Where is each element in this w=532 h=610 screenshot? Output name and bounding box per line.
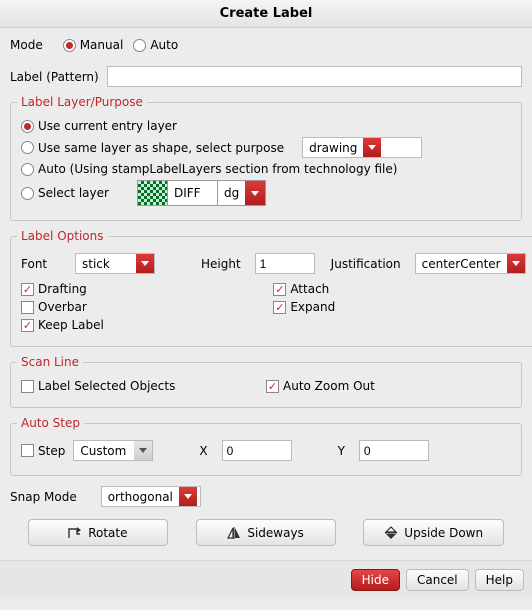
radio-icon xyxy=(133,39,146,52)
check-attach[interactable]: Attach xyxy=(273,282,525,296)
layer-name: DIFF xyxy=(168,181,218,205)
height-label: Height xyxy=(201,257,241,271)
step-select[interactable]: Custom xyxy=(73,440,153,461)
justification-select-value: centerCenter xyxy=(416,254,507,273)
snap-mode-select[interactable]: orthogonal xyxy=(101,486,201,507)
checkbox-icon xyxy=(21,380,34,393)
rotate-icon xyxy=(68,526,82,540)
upside-down-icon xyxy=(384,526,398,540)
group-label-layer-purpose: Label Layer/Purpose Use current entry la… xyxy=(10,95,522,221)
radio-use-current-layer[interactable]: Use current entry layer xyxy=(21,119,177,133)
chevron-down-icon xyxy=(136,254,154,273)
radio-icon xyxy=(63,39,76,52)
snap-mode-label: Snap Mode xyxy=(10,490,77,504)
rotate-button[interactable]: Rotate xyxy=(28,519,168,546)
group-legend: Scan Line xyxy=(17,355,83,369)
justification-label: Justification xyxy=(331,257,401,271)
upside-down-button-label: Upside Down xyxy=(404,526,483,540)
y-input[interactable] xyxy=(359,440,429,461)
chevron-down-icon xyxy=(363,138,381,157)
check-step[interactable]: Step xyxy=(21,444,65,458)
radio-auto-tech[interactable]: Auto (Using stampLabelLayers section fro… xyxy=(21,162,397,176)
check-keep-label-label: Keep Label xyxy=(38,318,104,332)
y-label: Y xyxy=(338,444,345,458)
height-input[interactable] xyxy=(255,253,315,274)
mode-radio-auto-label: Auto xyxy=(150,38,178,52)
radio-same-layer-shape-label: Use same layer as shape, select purpose xyxy=(38,141,284,155)
hide-button[interactable]: Hide xyxy=(351,569,400,591)
radio-select-layer-label: Select layer xyxy=(38,186,109,200)
upside-down-button[interactable]: Upside Down xyxy=(363,519,504,546)
check-step-label: Step xyxy=(38,444,65,458)
radio-icon xyxy=(21,120,34,133)
checkbox-icon xyxy=(21,301,34,314)
x-input[interactable] xyxy=(222,440,292,461)
chevron-down-icon xyxy=(507,254,525,273)
group-legend: Label Options xyxy=(17,229,108,243)
checkbox-icon xyxy=(273,283,286,296)
group-label-options: Label Options Font stick Height Justific… xyxy=(10,229,532,347)
x-label: X xyxy=(199,444,207,458)
check-expand-label: Expand xyxy=(290,300,335,314)
chevron-down-icon xyxy=(245,181,265,205)
layer-purpose: dg xyxy=(218,181,245,205)
chevron-down-icon xyxy=(134,441,152,460)
check-label-selected-objects-label: Label Selected Objects xyxy=(38,379,175,393)
chevron-down-icon xyxy=(179,487,197,506)
sideways-icon xyxy=(227,526,241,540)
radio-icon xyxy=(21,163,34,176)
check-expand[interactable]: Expand xyxy=(273,300,525,314)
cancel-button[interactable]: Cancel xyxy=(406,569,469,591)
sideways-button-label: Sideways xyxy=(247,526,303,540)
label-pattern-input[interactable] xyxy=(107,66,522,87)
radio-use-current-layer-label: Use current entry layer xyxy=(38,119,177,133)
radio-select-layer[interactable]: Select layer xyxy=(21,186,109,200)
snap-mode-select-value: orthogonal xyxy=(102,487,179,506)
radio-auto-tech-label: Auto (Using stampLabelLayers section fro… xyxy=(38,162,397,176)
radio-icon xyxy=(21,141,34,154)
group-scan-line: Scan Line Label Selected Objects Auto Zo… xyxy=(10,355,522,408)
group-legend: Auto Step xyxy=(17,416,84,430)
help-button[interactable]: Help xyxy=(475,569,524,591)
layer-select[interactable]: DIFF dg xyxy=(137,180,266,206)
check-drafting[interactable]: Drafting xyxy=(21,282,273,296)
check-auto-zoom-out[interactable]: Auto Zoom Out xyxy=(266,379,511,393)
mode-label: Mode xyxy=(10,38,43,52)
window-title: Create Label xyxy=(0,0,532,28)
checkbox-icon xyxy=(273,301,286,314)
layer-swatch-icon xyxy=(138,181,168,205)
check-overbar[interactable]: Overbar xyxy=(21,300,273,314)
sideways-button[interactable]: Sideways xyxy=(196,519,336,546)
radio-icon xyxy=(21,187,34,200)
font-select[interactable]: stick xyxy=(75,253,155,274)
check-label-selected-objects[interactable]: Label Selected Objects xyxy=(21,379,266,393)
label-pattern-label: Label (Pattern) xyxy=(10,70,99,84)
check-keep-label[interactable]: Keep Label xyxy=(21,318,273,332)
font-select-value: stick xyxy=(76,254,136,273)
rotate-button-label: Rotate xyxy=(88,526,127,540)
justification-select[interactable]: centerCenter xyxy=(415,253,526,274)
purpose-select-value: drawing xyxy=(303,138,363,157)
radio-same-layer-shape[interactable]: Use same layer as shape, select purpose xyxy=(21,141,284,155)
checkbox-icon xyxy=(266,380,279,393)
check-overbar-label: Overbar xyxy=(38,300,87,314)
font-label: Font xyxy=(21,257,61,271)
check-attach-label: Attach xyxy=(290,282,329,296)
group-legend: Label Layer/Purpose xyxy=(17,95,147,109)
mode-radio-manual[interactable]: Manual xyxy=(63,38,124,52)
mode-radio-auto[interactable]: Auto xyxy=(133,38,178,52)
group-auto-step: Auto Step Step Custom X Y xyxy=(10,416,522,476)
check-auto-zoom-out-label: Auto Zoom Out xyxy=(283,379,375,393)
checkbox-icon xyxy=(21,283,34,296)
checkbox-icon xyxy=(21,319,34,332)
purpose-select[interactable]: drawing xyxy=(302,137,422,158)
check-drafting-label: Drafting xyxy=(38,282,87,296)
mode-radio-manual-label: Manual xyxy=(80,38,124,52)
step-select-value: Custom xyxy=(74,441,134,460)
checkbox-icon xyxy=(21,444,34,457)
